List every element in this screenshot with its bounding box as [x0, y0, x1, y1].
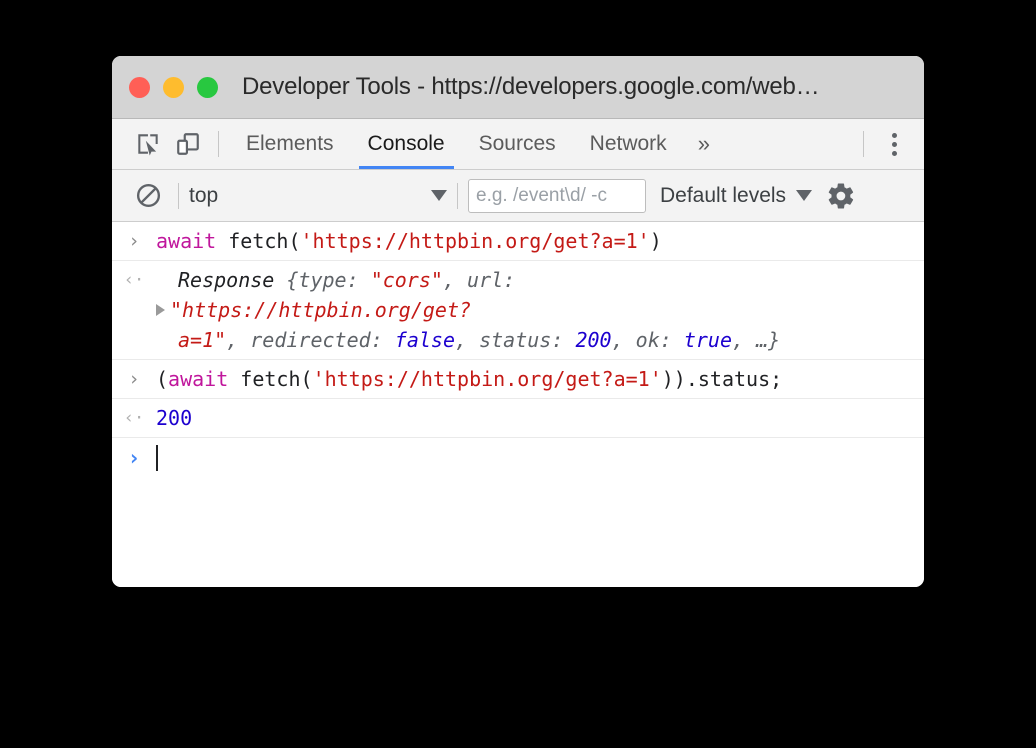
object-punct: : [503, 268, 516, 292]
chevron-down-icon [796, 190, 813, 201]
device-toolbar-icon[interactable] [168, 124, 208, 164]
log-levels-selector[interactable]: Default levels [660, 183, 813, 208]
token-keyword: await [156, 229, 217, 253]
object-value-url-part1: "https://httpbin.org/get? [170, 298, 472, 322]
input-marker-icon: › [128, 230, 140, 252]
object-punct: , [442, 268, 468, 292]
console-message-list[interactable]: › await fetch('https://httpbin.org/get?a… [112, 222, 924, 587]
object-value-url-part2: a=1" [178, 328, 227, 352]
console-toolbar-divider-2 [457, 182, 458, 209]
window-title: Developer Tools - https://developers.goo… [242, 73, 820, 100]
object-punct: : [551, 328, 576, 352]
devtools-tabstrip: Elements Console Sources Network » [112, 119, 924, 170]
console-output-object-text[interactable]: Response {type: "cors", url: "https://ht… [156, 265, 924, 355]
console-input-text: (await fetch('https://httpbin.org/get?a=… [156, 364, 924, 394]
log-levels-label: Default levels [660, 183, 787, 207]
object-preview-line-1: Response {type: "cors", url: [156, 265, 910, 295]
gear-icon[interactable] [826, 181, 856, 211]
token-plain: )).status; [661, 367, 783, 391]
filter-input[interactable] [468, 178, 646, 213]
execution-context-label: top [189, 183, 219, 207]
clear-console-icon[interactable] [128, 176, 168, 216]
object-punct: : [370, 328, 395, 352]
object-preview-line-3: a=1", redirected: false, status: 200, ok… [156, 325, 910, 355]
tab-sources[interactable]: Sources [462, 119, 573, 169]
console-output-object-message[interactable]: ‹· Response {type: "cors", url: "https:/… [112, 261, 924, 360]
text-cursor [156, 445, 158, 471]
tab-console[interactable]: Console [351, 119, 462, 169]
token-plain: ( [156, 367, 169, 391]
object-prop-type: type [298, 268, 347, 292]
token-string: 'https://httpbin.org/get?a=1' [312, 367, 662, 391]
inspect-element-icon[interactable] [128, 124, 168, 164]
tab-elements[interactable]: Elements [229, 119, 351, 169]
kebab-menu-icon[interactable] [874, 124, 914, 164]
console-input-message[interactable]: › (await fetch('https://httpbin.org/get?… [112, 360, 924, 399]
token-plain: ) [649, 229, 662, 253]
input-marker-icon: › [128, 368, 140, 390]
console-output-text: 200 [156, 403, 924, 433]
object-prop-status: status [479, 328, 552, 352]
object-ellipsis: , …} [732, 328, 781, 352]
devtools-window: Developer Tools - https://developers.goo… [112, 56, 924, 587]
tab-network[interactable]: Network [573, 119, 684, 169]
toolbar-divider-right [863, 131, 864, 157]
token-plain: fetch( [216, 229, 301, 253]
object-prop-url: url [467, 268, 504, 292]
object-preview-line-2: "https://httpbin.org/get? [156, 295, 910, 325]
object-punct: : [346, 268, 371, 292]
object-value-ok: true [683, 328, 733, 352]
console-toolbar-divider-1 [178, 182, 179, 209]
prompt-chevron-icon: › [127, 446, 141, 470]
disclosure-triangle-icon[interactable] [156, 304, 165, 316]
console-output-message[interactable]: ‹· 200 [112, 399, 924, 438]
object-punct: , [226, 328, 251, 352]
object-value-cors: "cors" [370, 268, 443, 292]
panel-tabs: Elements Console Sources Network » [229, 119, 724, 169]
console-input-text: await fetch('https://httpbin.org/get?a=1… [156, 226, 924, 256]
console-prompt[interactable]: › [112, 438, 924, 478]
object-punct: , [455, 328, 480, 352]
output-marker-icon: ‹· [123, 408, 145, 428]
chevron-down-icon [431, 190, 447, 201]
token-string: 'https://httpbin.org/get?a=1' [300, 229, 650, 253]
output-marker-icon: ‹· [123, 270, 145, 290]
object-constructor-name: Response [178, 268, 287, 292]
object-punct: , [611, 328, 636, 352]
token-keyword: await [168, 367, 229, 391]
more-tabs-icon[interactable]: » [684, 119, 724, 169]
token-number: 200 [156, 406, 193, 430]
window-titlebar: Developer Tools - https://developers.goo… [112, 56, 924, 119]
object-value-redirected: false [394, 328, 455, 352]
object-punct: : [659, 328, 684, 352]
console-input-message[interactable]: › await fetch('https://httpbin.org/get?a… [112, 222, 924, 261]
token-plain: fetch( [228, 367, 313, 391]
console-toolbar: top Default levels [112, 170, 924, 222]
object-value-status: 200 [575, 328, 612, 352]
object-punct: { [286, 268, 299, 292]
toolbar-divider [218, 131, 219, 157]
object-prop-ok: ok [635, 328, 660, 352]
execution-context-selector[interactable]: top [189, 184, 447, 208]
object-prop-redirected: redirected [250, 328, 371, 352]
